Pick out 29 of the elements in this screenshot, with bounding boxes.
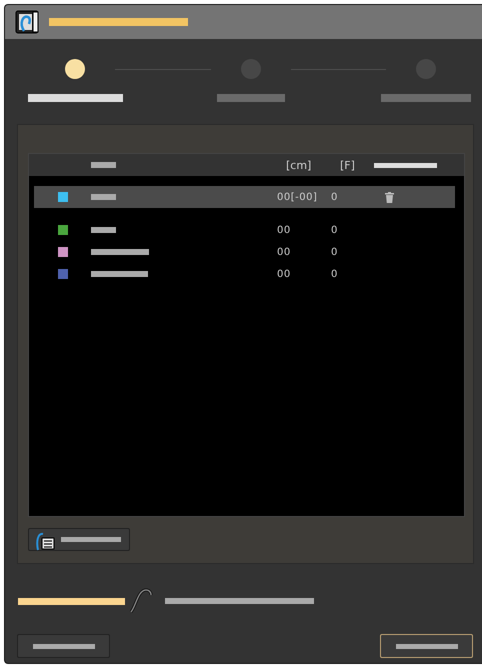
table-cell-text: 0 (331, 246, 339, 258)
column-header: [cm] (286, 158, 312, 172)
table-row[interactable]: 00 0 (34, 241, 455, 263)
table-row[interactable]: 00 0 (34, 219, 455, 241)
trash-icon[interactable] (385, 192, 394, 202)
back-button[interactable] (17, 634, 110, 658)
table-cell-text: 00[-00] (277, 192, 318, 202)
table-cell-text: 00 (277, 224, 292, 236)
table-cell-text: 0 (331, 268, 339, 280)
redacted-step-label (216, 94, 284, 102)
table-row[interactable]: 00[-00] 0 (34, 186, 455, 208)
app-icon (15, 9, 41, 35)
table-cell-text: 00 (277, 246, 292, 258)
redacted-name (91, 194, 116, 200)
redacted-column-header (91, 162, 116, 168)
redacted-label (61, 537, 121, 542)
redacted-label (32, 644, 94, 648)
column-header: [F] (340, 158, 356, 172)
table-cell-text: 0 (331, 192, 339, 202)
redacted-column-header (374, 162, 437, 168)
table-cell-text: 00 (277, 268, 292, 280)
redacted-name (91, 271, 148, 277)
list-button[interactable] (28, 528, 130, 551)
table-cell-text: 0 (331, 224, 339, 236)
redacted-label (396, 644, 458, 648)
redacted-name (91, 227, 116, 233)
next-button[interactable] (380, 634, 473, 658)
redacted-name (91, 249, 149, 255)
table-row[interactable]: 00 0 (34, 263, 455, 285)
